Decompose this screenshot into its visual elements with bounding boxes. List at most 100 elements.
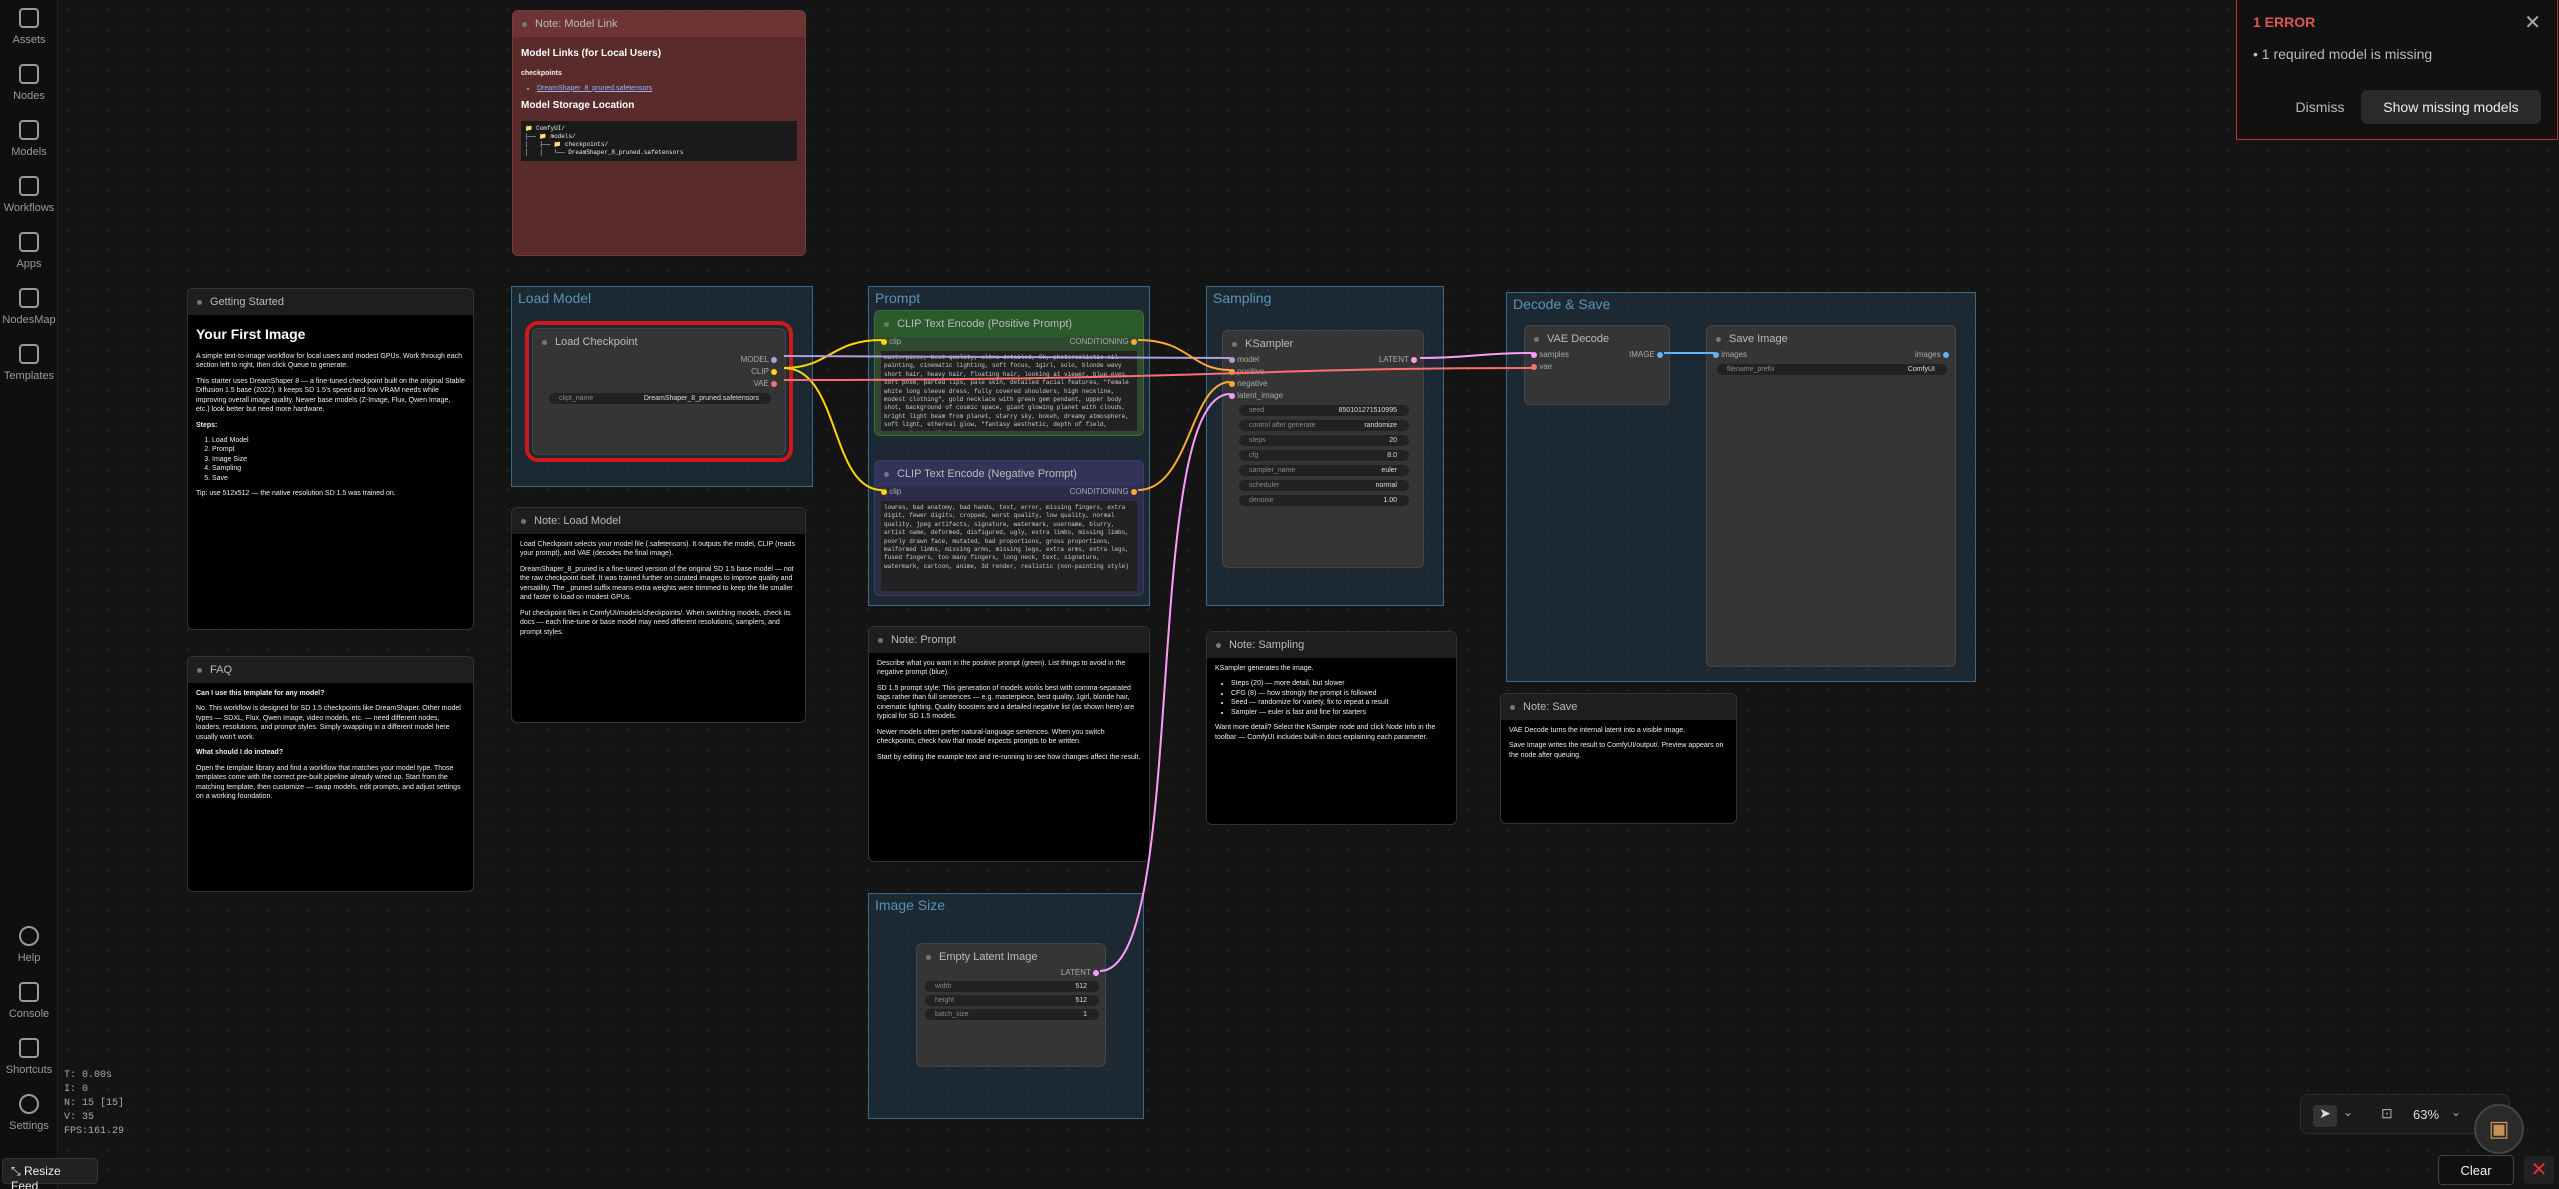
batch-size-widget[interactable]: batch_size 1 bbox=[925, 1009, 1099, 1020]
node-vae-decode[interactable]: VAE Decode samples vae IMAGE bbox=[1524, 325, 1670, 405]
node-load-checkpoint[interactable]: Load Checkpoint MODEL CLIP VAE ckpt_name… bbox=[525, 321, 793, 462]
sidebar-item-templates[interactable]: Templates bbox=[0, 344, 58, 382]
close-icon[interactable]: ✕ bbox=[2524, 10, 2541, 35]
faq-question: What should I do instead? bbox=[196, 749, 284, 757]
pointer-icon[interactable]: ➤ bbox=[2313, 1105, 2337, 1127]
model-download-link[interactable]: DreamShaper_8_pruned.safetensors bbox=[537, 84, 797, 93]
port-dot[interactable] bbox=[1531, 363, 1537, 370]
input-latent-image[interactable]: latent_image bbox=[1229, 391, 1283, 400]
output-vae[interactable]: VAE bbox=[753, 379, 777, 388]
fit-view-icon[interactable]: ⊡ bbox=[2381, 1105, 2393, 1122]
negative-prompt-textarea[interactable]: lowres, bad anatomy, bad hands, text, er… bbox=[881, 501, 1137, 591]
port-dot[interactable] bbox=[771, 380, 777, 387]
show-missing-models-button[interactable]: Show missing models bbox=[2361, 90, 2541, 124]
port-dot[interactable] bbox=[881, 338, 887, 345]
zoom-level[interactable]: 63% bbox=[2413, 1107, 2439, 1122]
port-dot[interactable] bbox=[771, 368, 777, 375]
note-model-link[interactable]: Note: Model Link Model Links (for Local … bbox=[512, 10, 806, 256]
denoise-widget[interactable]: denoise 1.00 bbox=[1239, 495, 1409, 506]
resize-icon: ⤡ bbox=[11, 1164, 24, 1178]
input-samples[interactable]: samples bbox=[1531, 350, 1569, 359]
output-image[interactable]: IMAGE bbox=[1629, 350, 1663, 359]
sidebar-item-settings[interactable]: Settings bbox=[0, 1094, 58, 1132]
output-clip[interactable]: CLIP bbox=[751, 367, 777, 376]
dismiss-button[interactable]: Dismiss bbox=[2277, 92, 2363, 122]
note-faq[interactable]: FAQ Can I use this template for any mode… bbox=[187, 656, 474, 892]
node-title: Note: Load Model bbox=[512, 508, 805, 534]
input-positive[interactable]: positive bbox=[1229, 367, 1264, 376]
output-conditioning[interactable]: CONDITIONING bbox=[1070, 337, 1137, 346]
error-panel: 1 ERROR ✕ • 1 required model is missing … bbox=[2236, 0, 2558, 140]
group-title: Sampling bbox=[1213, 290, 1272, 306]
input-negative[interactable]: negative bbox=[1229, 379, 1267, 388]
port-dot[interactable] bbox=[1713, 351, 1719, 358]
control-after-generate-widget[interactable]: control after generate randomize bbox=[1239, 420, 1409, 431]
port-dot[interactable] bbox=[1943, 351, 1949, 358]
port-dot[interactable] bbox=[1131, 488, 1137, 495]
width-widget[interactable]: width 512 bbox=[925, 981, 1099, 992]
sidebar-item-nodes[interactable]: Nodes bbox=[0, 64, 58, 102]
height-widget[interactable]: height 512 bbox=[925, 995, 1099, 1006]
sidebar-item-models[interactable]: Models bbox=[0, 120, 58, 158]
steps-widget[interactable]: steps 20 bbox=[1239, 435, 1409, 446]
scheduler-widget[interactable]: scheduler normal bbox=[1239, 480, 1409, 491]
seed-widget[interactable]: seed 850101271510995 bbox=[1239, 405, 1409, 416]
port-dot[interactable] bbox=[1411, 356, 1417, 363]
ckpt-name-combo[interactable]: ckpt_name DreamShaper_8_pruned.safetensor… bbox=[549, 393, 771, 404]
input-images[interactable]: images bbox=[1713, 350, 1747, 359]
output-latent[interactable]: LATENT bbox=[1061, 968, 1099, 977]
sidebar-item-console[interactable]: Console bbox=[0, 982, 58, 1020]
output-conditioning[interactable]: CONDITIONING bbox=[1070, 487, 1137, 496]
clear-button[interactable]: Clear bbox=[2438, 1155, 2514, 1185]
node-ksampler[interactable]: KSampler model positive negative latent_… bbox=[1222, 330, 1424, 568]
note-load-model[interactable]: Note: Load Model Load Checkpoint selects… bbox=[511, 507, 806, 723]
output-images[interactable]: images bbox=[1915, 350, 1949, 359]
chevron-down-icon[interactable]: ⌄ bbox=[2343, 1105, 2353, 1119]
note-getting-started[interactable]: Getting Started Your First Image A simpl… bbox=[187, 288, 474, 630]
node-title: CLIP Text Encode (Negative Prompt) bbox=[875, 461, 1143, 487]
port-dot[interactable] bbox=[1229, 380, 1235, 387]
sidebar-item-workflows[interactable]: Workflows bbox=[0, 176, 58, 214]
input-clip[interactable]: clip bbox=[881, 487, 901, 496]
note-sampling[interactable]: Note: Sampling KSampler generates the im… bbox=[1206, 631, 1457, 825]
sidebar-item-help[interactable]: Help bbox=[0, 926, 58, 964]
close-feed-icon[interactable]: ✕ bbox=[2524, 1156, 2554, 1184]
note-steps-label: Steps: bbox=[196, 421, 218, 429]
faq-question: Can I use this template for any model? bbox=[196, 690, 325, 697]
note-prompt[interactable]: Note: Prompt Describe what you want in t… bbox=[868, 626, 1150, 862]
input-vae[interactable]: vae bbox=[1531, 362, 1552, 371]
port-dot[interactable] bbox=[1093, 969, 1099, 976]
node-empty-latent-image[interactable]: Empty Latent Image LATENT width 512 heigh… bbox=[916, 943, 1106, 1067]
zoom-chevron-icon[interactable]: ⌄ bbox=[2451, 1105, 2461, 1119]
node-clip-text-encode-negative[interactable]: CLIP Text Encode (Negative Prompt) clip … bbox=[874, 460, 1144, 596]
sampler-name-widget[interactable]: sampler_name euler bbox=[1239, 465, 1409, 476]
input-model[interactable]: model bbox=[1229, 355, 1259, 364]
queue-panel-toggle[interactable]: ▣ bbox=[2474, 1104, 2524, 1154]
node-title: Load Checkpoint bbox=[533, 329, 785, 355]
port-dot[interactable] bbox=[1131, 338, 1137, 345]
cfg-widget[interactable]: cfg 8.0 bbox=[1239, 450, 1409, 461]
node-clip-text-encode-positive[interactable]: CLIP Text Encode (Positive Prompt) clip … bbox=[874, 310, 1144, 436]
group-title: Image Size bbox=[875, 897, 946, 913]
sidebar-item-shortcuts[interactable]: Shortcuts bbox=[0, 1038, 58, 1076]
port-dot[interactable] bbox=[771, 356, 777, 363]
port-dot[interactable] bbox=[1657, 351, 1663, 358]
sidebar-item-nodesmap[interactable]: NodesMap bbox=[0, 288, 58, 326]
output-model[interactable]: MODEL bbox=[741, 355, 777, 364]
sidebar-item-apps[interactable]: Apps bbox=[0, 232, 58, 270]
node-title: Note: Sampling bbox=[1207, 632, 1456, 658]
output-latent[interactable]: LATENT bbox=[1379, 355, 1417, 364]
resize-feed-button[interactable]: ⤡ Resize Feed bbox=[2, 1158, 98, 1189]
positive-prompt-textarea[interactable]: masterpiece, best quality, ultra-detaile… bbox=[881, 351, 1137, 431]
port-dot[interactable] bbox=[1229, 392, 1235, 399]
input-clip[interactable]: clip bbox=[881, 337, 901, 346]
port-dot[interactable] bbox=[1531, 351, 1537, 358]
port-dot[interactable] bbox=[881, 488, 887, 495]
note-save[interactable]: Note: Save VAE Decode turns the internal… bbox=[1500, 693, 1737, 824]
stat-n: N: 15 [15] bbox=[64, 1098, 125, 1109]
port-dot[interactable] bbox=[1229, 356, 1235, 363]
sidebar-item-assets[interactable]: Assets bbox=[0, 8, 58, 46]
filename-prefix-input[interactable]: filename_prefix ComfyUI bbox=[1717, 364, 1947, 375]
port-dot[interactable] bbox=[1229, 368, 1235, 375]
node-save-image[interactable]: Save Image images images filename_prefix… bbox=[1706, 325, 1956, 667]
